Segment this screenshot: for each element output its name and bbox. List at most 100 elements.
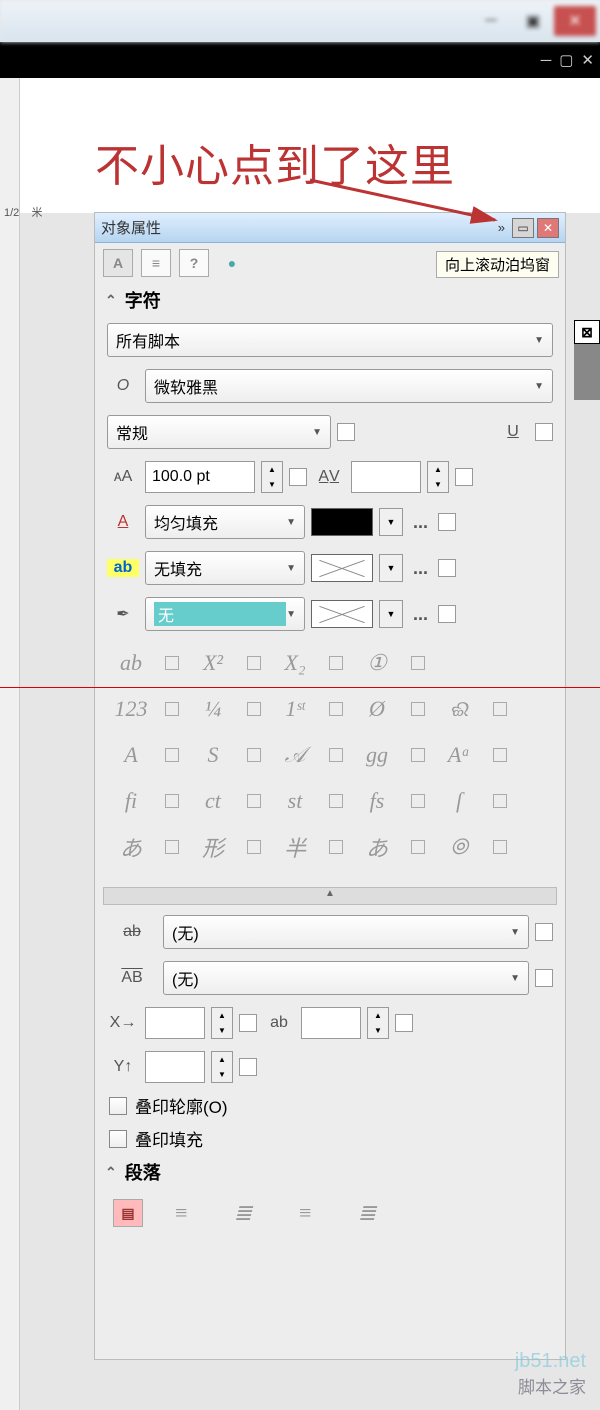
tab-character[interactable]: A [103, 249, 133, 277]
glyph-button[interactable]: ① [353, 645, 401, 681]
panel-close-button[interactable]: ✕ [537, 218, 559, 238]
inner-close-button[interactable]: ✕ [581, 51, 594, 69]
glyph-button[interactable]: A [107, 737, 155, 773]
outline-swatch[interactable] [311, 600, 373, 628]
glyph-checkbox[interactable] [165, 794, 179, 808]
tab-frame[interactable]: ? [179, 249, 209, 277]
glyph-checkbox[interactable] [493, 748, 507, 762]
minimize-button[interactable]: ─ [470, 6, 512, 36]
glyph-checkbox[interactable] [493, 702, 507, 716]
glyph-button[interactable]: ¼ [189, 691, 237, 727]
ab-offset-checkbox[interactable] [395, 1014, 413, 1032]
section-character[interactable]: ⌃ 字符 [95, 283, 565, 317]
align-right-button[interactable]: ≡ [281, 1195, 329, 1231]
glyph-checkbox[interactable] [165, 702, 179, 716]
glyph-button[interactable]: st [271, 783, 319, 819]
tab-align[interactable]: ≡ [141, 249, 171, 277]
glyph-checkbox[interactable] [411, 656, 425, 670]
glyph-button[interactable]: fs [353, 783, 401, 819]
glyph-checkbox[interactable] [411, 840, 425, 854]
ab-offset-input[interactable] [301, 1007, 361, 1039]
glyph-button[interactable]: 123 [107, 691, 155, 727]
glyph-button[interactable]: ଈ [435, 691, 483, 727]
glyph-button[interactable]: あ [353, 829, 401, 865]
glyph-button[interactable]: ⦾ [435, 829, 483, 865]
fontsize-checkbox[interactable] [289, 468, 307, 486]
glyph-checkbox[interactable] [247, 656, 261, 670]
underline-button[interactable]: U [497, 423, 529, 441]
underline-checkbox[interactable] [535, 423, 553, 441]
glyph-button[interactable]: Aᵃ [435, 737, 483, 773]
inner-minimize-button[interactable]: ─ [541, 52, 552, 69]
fontsize-input[interactable]: 100.0 pt [145, 461, 255, 493]
outline-type-dropdown[interactable]: 无▼ [145, 597, 305, 631]
glyph-checkbox[interactable] [411, 748, 425, 762]
outline-swatch-dd[interactable]: ▼ [379, 600, 403, 628]
glyph-button[interactable]: S [189, 737, 237, 773]
align-justify-button[interactable]: ≣ [343, 1195, 391, 1231]
collapse-handle[interactable]: ▲ [103, 887, 557, 905]
bg-type-dropdown[interactable]: 无填充▼ [145, 551, 305, 585]
glyph-button[interactable]: 𝒜 [271, 737, 319, 773]
font-weight-dropdown[interactable]: 常规▼ [107, 415, 331, 449]
no-color-swatch[interactable]: ⊠ [574, 320, 600, 344]
glyph-checkbox[interactable] [329, 702, 343, 716]
glyph-checkbox[interactable] [329, 656, 343, 670]
kerning-checkbox[interactable] [455, 468, 473, 486]
glyph-checkbox[interactable] [247, 794, 261, 808]
glyph-checkbox[interactable] [493, 794, 507, 808]
y-offset-checkbox[interactable] [239, 1058, 257, 1076]
tab-web[interactable]: ● [217, 249, 247, 277]
glyph-checkbox[interactable] [247, 748, 261, 762]
glyph-checkbox[interactable] [329, 748, 343, 762]
bg-swatch[interactable] [311, 554, 373, 582]
ab-offset-spinner[interactable]: ▲▼ [367, 1007, 389, 1039]
glyph-checkbox[interactable] [329, 794, 343, 808]
x-offset-input[interactable] [145, 1007, 205, 1039]
fill-swatch[interactable] [311, 508, 373, 536]
glyph-button[interactable]: あ [107, 829, 155, 865]
outline-more-button[interactable]: ... [409, 604, 432, 625]
kerning-input[interactable] [351, 461, 421, 493]
y-offset-input[interactable] [145, 1051, 205, 1083]
color-swatch[interactable] [574, 398, 600, 400]
glyph-button[interactable]: X² [189, 645, 237, 681]
glyph-button[interactable]: gg [353, 737, 401, 773]
align-left-button[interactable]: ≡ [157, 1195, 205, 1231]
glyph-checkbox[interactable] [165, 656, 179, 670]
script-dropdown[interactable]: 所有脚本▼ [107, 323, 553, 357]
fill-checkbox[interactable] [438, 513, 456, 531]
overline-dropdown[interactable]: (无)▼ [163, 961, 529, 995]
glyph-button[interactable]: fi [107, 783, 155, 819]
outline-checkbox[interactable] [438, 605, 456, 623]
glyph-button[interactable]: 半 [271, 829, 319, 865]
fontsize-spinner[interactable]: ▲▼ [261, 461, 283, 493]
x-offset-checkbox[interactable] [239, 1014, 257, 1032]
overprint-fill-checkbox[interactable] [109, 1130, 127, 1148]
font-dropdown[interactable]: 微软雅黑▼ [145, 369, 553, 403]
weight-checkbox[interactable] [337, 423, 355, 441]
close-button[interactable]: ✕ [554, 6, 596, 36]
fill-type-dropdown[interactable]: 均匀填充▼ [145, 505, 305, 539]
glyph-checkbox[interactable] [165, 840, 179, 854]
bg-checkbox[interactable] [438, 559, 456, 577]
inner-maximize-button[interactable]: ▢ [559, 51, 573, 69]
glyph-checkbox[interactable] [329, 840, 343, 854]
overline-checkbox[interactable] [535, 969, 553, 987]
glyph-button[interactable]: X₂ [271, 645, 319, 681]
glyph-checkbox[interactable] [165, 748, 179, 762]
strikethrough-dropdown[interactable]: (无)▼ [163, 915, 529, 949]
glyph-checkbox[interactable] [247, 840, 261, 854]
overprint-outline-checkbox[interactable] [109, 1097, 127, 1115]
glyph-button[interactable]: Ø [353, 691, 401, 727]
strike-checkbox[interactable] [535, 923, 553, 941]
align-center-button[interactable]: ≣ [219, 1195, 267, 1231]
glyph-button[interactable]: 形 [189, 829, 237, 865]
glyph-checkbox[interactable] [493, 840, 507, 854]
glyph-button[interactable]: 1ˢᵗ [271, 691, 319, 727]
glyph-checkbox[interactable] [411, 794, 425, 808]
maximize-button[interactable]: ▣ [512, 6, 554, 36]
kerning-spinner[interactable]: ▲▼ [427, 461, 449, 493]
glyph-checkbox[interactable] [247, 702, 261, 716]
fill-more-button[interactable]: ... [409, 512, 432, 533]
